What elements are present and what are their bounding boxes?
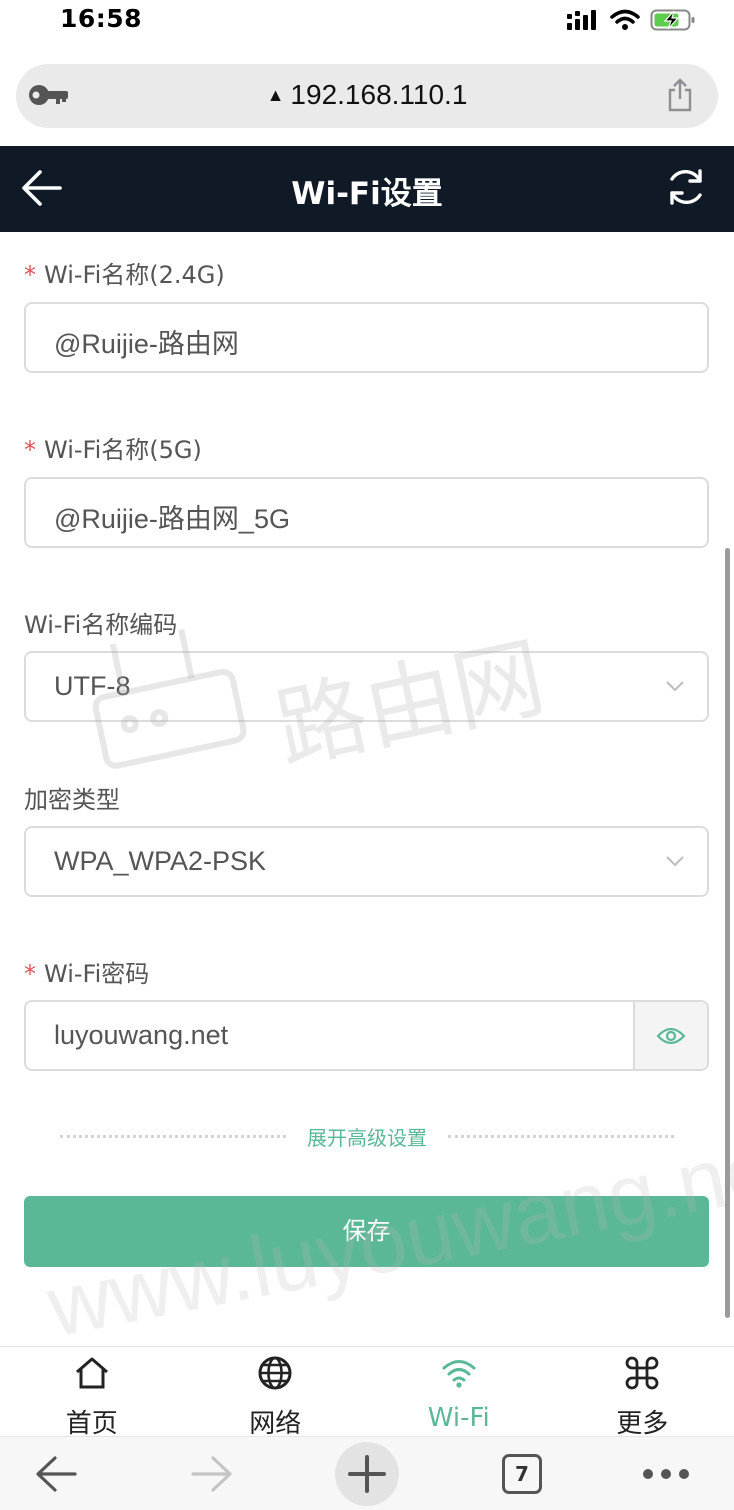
command-icon — [625, 1356, 659, 1390]
forward-arrow-icon — [191, 1456, 232, 1492]
status-time: 16:58 — [60, 4, 143, 33]
tab-label: 首页 — [65, 1409, 118, 1439]
password-label: * Wi-Fi密码 — [24, 954, 149, 989]
page-title: Wi-Fi设置 — [291, 176, 443, 212]
address-bar[interactable]: ▲ 192.168.110.1 — [16, 64, 718, 128]
url-value: 192.168.110.1 — [290, 79, 468, 110]
browser-back-button[interactable] — [30, 1437, 82, 1510]
password-input[interactable]: luyouwang.net — [24, 1000, 709, 1071]
encryption-label: 加密类型 — [24, 786, 120, 814]
input-value: @Ruijie-路由网_5G — [54, 504, 290, 534]
tab-count: 7 — [502, 1454, 542, 1494]
wifi-icon — [442, 1360, 476, 1388]
home-icon — [75, 1357, 108, 1389]
save-button[interactable]: 保存 — [24, 1196, 709, 1267]
ssid-24g-label: * Wi-Fi名称(2.4G) — [24, 255, 225, 290]
globe-icon — [258, 1356, 292, 1390]
wifi-signal-icon — [610, 9, 640, 30]
input-value: @Ruijie-路由网 — [54, 329, 239, 359]
ssid-24g-input[interactable]: @Ruijie-路由网 — [24, 302, 709, 373]
tab-label: 网络 — [249, 1409, 302, 1439]
label-text: Wi-Fi密码 — [44, 960, 150, 988]
advanced-settings-label[interactable]: 展开高级设置 — [60, 1122, 674, 1151]
tab-label: Wi-Fi — [427, 1403, 490, 1433]
chevron-down-icon — [666, 856, 684, 867]
warning-icon: ▲ — [266, 85, 285, 105]
new-tab-circle — [335, 1442, 399, 1506]
cellular-signal-icon — [567, 10, 596, 30]
required-mark: * — [24, 436, 36, 464]
encoding-label: Wi-Fi名称编码 — [24, 611, 178, 639]
select-value: UTF-8 — [54, 671, 131, 701]
tab-network[interactable]: 网络 — [184, 1347, 368, 1439]
label-text: Wi-Fi名称(2.4G) — [44, 261, 225, 289]
chevron-down-icon — [666, 681, 684, 692]
show-password-button[interactable] — [633, 1002, 707, 1069]
tabs-overview-button[interactable]: 7 — [500, 1437, 544, 1510]
more-options-button[interactable] — [638, 1437, 694, 1510]
ssid-5g-input[interactable]: @Ruijie-路由网_5G — [24, 477, 709, 548]
label-text: Wi-Fi名称(5G) — [44, 436, 202, 464]
browser-toolbar: 7 — [0, 1436, 734, 1510]
required-mark: * — [24, 261, 36, 289]
plus-icon — [348, 1455, 386, 1493]
app-header: Wi-Fi设置 — [0, 146, 734, 232]
battery-charging-icon — [650, 9, 695, 31]
ellipsis-icon — [643, 1469, 689, 1479]
share-icon[interactable] — [666, 78, 694, 112]
new-tab-button[interactable] — [334, 1437, 400, 1510]
encoding-select[interactable]: UTF-8 — [24, 651, 709, 722]
tab-label: 更多 — [616, 1409, 669, 1439]
eye-icon — [656, 1027, 686, 1044]
select-value: WPA_WPA2-PSK — [54, 846, 267, 876]
tab-more[interactable]: 更多 — [551, 1347, 734, 1439]
back-arrow-icon — [36, 1456, 77, 1492]
required-mark: * — [24, 960, 36, 988]
status-bar: 16:58 — [0, 0, 734, 44]
ssid-5g-label: * Wi-Fi名称(5G) — [24, 430, 202, 465]
tab-home[interactable]: 首页 — [0, 1347, 184, 1439]
scrollbar[interactable] — [725, 548, 730, 1318]
status-icons — [566, 8, 696, 32]
bottom-tab-bar: 首页 网络 Wi-Fi 更多 — [0, 1346, 734, 1439]
refresh-icon[interactable] — [666, 166, 706, 208]
tab-wifi[interactable]: Wi-Fi — [367, 1347, 551, 1436]
url-text[interactable]: ▲ 192.168.110.1 — [16, 79, 718, 111]
browser-forward-button[interactable] — [186, 1437, 238, 1510]
advanced-settings-toggle[interactable]: 展开高级设置 — [60, 1122, 674, 1152]
encryption-select[interactable]: WPA_WPA2-PSK — [24, 826, 709, 897]
input-value: luyouwang.net — [54, 1020, 229, 1050]
